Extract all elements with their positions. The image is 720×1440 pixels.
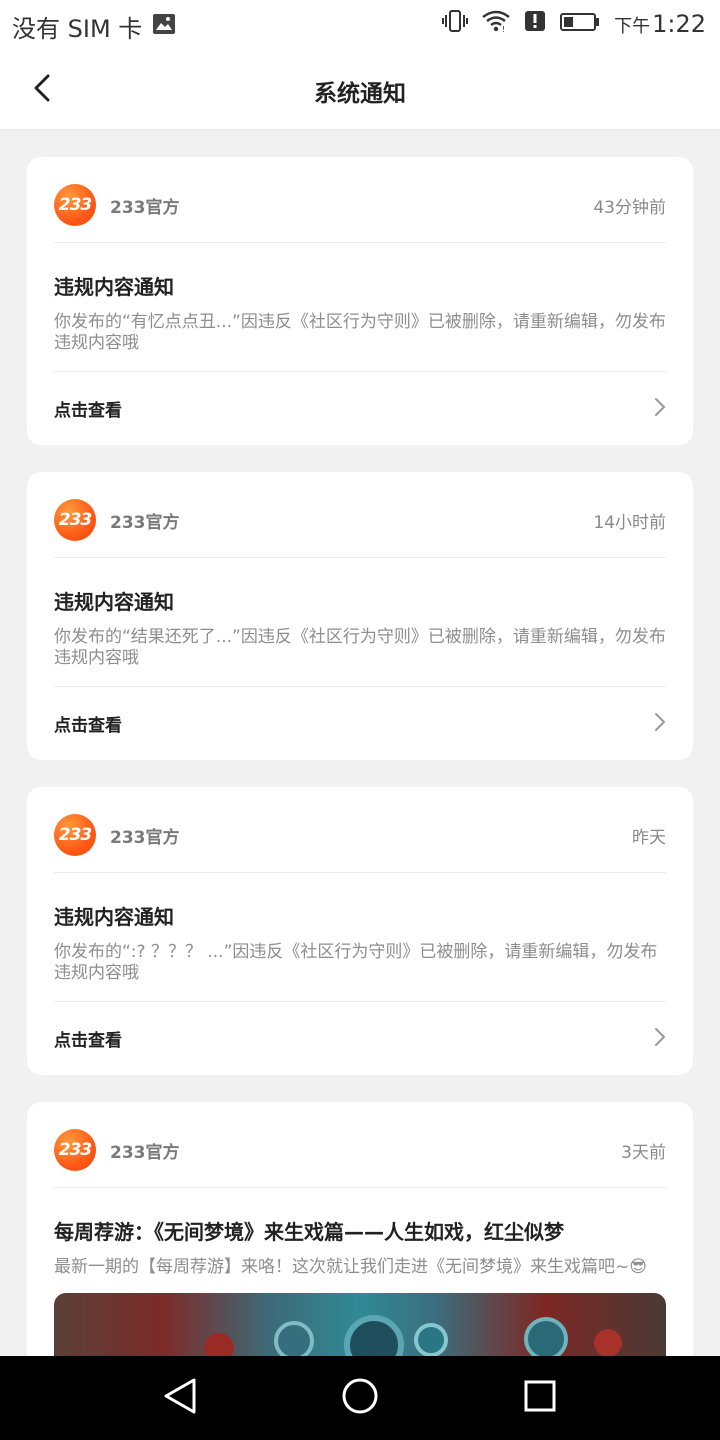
svg-text:!: ! — [502, 25, 505, 32]
avatar[interactable]: 233 — [54, 814, 96, 856]
home-circle-icon — [341, 1377, 379, 1419]
clock: 下午1:22 — [614, 10, 706, 38]
timestamp: 14小时前 — [593, 513, 666, 533]
card-title: 违规内容通知 — [54, 590, 174, 614]
card-title: 违规内容通知 — [54, 905, 174, 929]
chevron-right-icon — [654, 397, 666, 417]
battery-icon — [560, 10, 600, 38]
nav-recents-button[interactable] — [518, 1376, 562, 1420]
timestamp: 3天前 — [621, 1143, 666, 1163]
card-body: 你发布的“结果还死了...”因违反《社区行为守则》已被删除，请重新编辑，勿发布违… — [54, 627, 666, 668]
avatar[interactable]: 233 — [54, 1129, 96, 1171]
card-header: 233 233官方 3天前 — [54, 1128, 666, 1172]
carrier-text: 没有 SIM 卡 — [12, 15, 143, 43]
view-details-button[interactable]: 点击查看 — [54, 702, 666, 742]
image-icon — [152, 13, 176, 41]
article-title: 每周荐游：《无间梦境》来生戏篇——人生如戏，红尘似梦 — [54, 1220, 564, 1244]
recents-square-icon — [523, 1379, 557, 1417]
view-details-label: 点击查看 — [54, 1031, 122, 1051]
divider — [54, 242, 666, 243]
header: 系统通知 — [0, 50, 720, 130]
banner-ornament — [344, 1315, 404, 1356]
banner-ornament — [414, 1323, 448, 1356]
divider — [54, 557, 666, 558]
view-details-label: 点击查看 — [54, 716, 122, 736]
article-summary: 最新一期的【每周荐游】来咯！这次就让我们走进《无间梦境》来生戏篇吧~😎 — [54, 1257, 647, 1277]
card-title: 违规内容通知 — [54, 275, 174, 299]
notification-card[interactable]: 233 233官方 昨天 违规内容通知 你发布的“:? ？？？ ...”因违反《… — [27, 787, 693, 1075]
banner-ornament — [204, 1333, 234, 1356]
page-title: 系统通知 — [314, 81, 406, 107]
article-banner-image[interactable] — [54, 1293, 666, 1356]
alert-icon — [524, 10, 546, 38]
banner-ornament — [594, 1329, 622, 1356]
view-details-button[interactable]: 点击查看 — [54, 1017, 666, 1057]
notification-list[interactable]: 233 233官方 43分钟前 违规内容通知 你发布的“有忆点点丑...”因违反… — [0, 131, 720, 1356]
nav-home-button[interactable] — [338, 1376, 382, 1420]
sender-name: 233官方 — [110, 198, 180, 218]
notification-card[interactable]: 233 233官方 14小时前 违规内容通知 你发布的“结果还死了...”因违反… — [27, 472, 693, 760]
divider — [54, 1187, 666, 1188]
timestamp: 昨天 — [632, 828, 666, 848]
sender-name: 233官方 — [110, 828, 180, 848]
vibrate-icon — [442, 9, 469, 39]
sender-name: 233官方 — [110, 1143, 180, 1163]
avatar[interactable]: 233 — [54, 499, 96, 541]
status-right: ! 下午1:22 — [442, 9, 706, 39]
view-details-button[interactable]: 点击查看 — [54, 387, 666, 427]
card-header: 233 233官方 昨天 — [54, 813, 666, 857]
system-nav-bar — [0, 1356, 720, 1440]
nav-back-button[interactable] — [158, 1376, 202, 1420]
divider — [54, 371, 666, 372]
avatar[interactable]: 233 — [54, 184, 96, 226]
chevron-right-icon — [654, 1027, 666, 1047]
card-header: 233 233官方 14小时前 — [54, 498, 666, 542]
card-header: 233 233官方 43分钟前 — [54, 183, 666, 227]
card-body: 你发布的“:? ？？？ ...”因违反《社区行为守则》已被删除，请重新编辑，勿发… — [54, 942, 658, 983]
screen: 没有 SIM 卡 ! 下午1:22 系统通知 233 233官方 43分钟前 违… — [0, 0, 720, 1440]
clock-prefix: 下午 — [614, 16, 651, 37]
divider — [54, 872, 666, 873]
view-details-label: 点击查看 — [54, 401, 122, 421]
timestamp: 43分钟前 — [593, 198, 666, 218]
article-card[interactable]: 233 233官方 3天前 每周荐游：《无间梦境》来生戏篇——人生如戏，红尘似梦… — [27, 1102, 693, 1356]
card-body: 你发布的“有忆点点丑...”因违反《社区行为守则》已被删除，请重新编辑，勿发布违… — [54, 312, 666, 353]
clock-time: 1:22 — [652, 10, 706, 38]
divider — [54, 1001, 666, 1002]
wifi-icon: ! — [482, 10, 510, 38]
chevron-right-icon — [654, 712, 666, 732]
status-bar: 没有 SIM 卡 ! 下午1:22 — [0, 0, 720, 50]
divider — [54, 686, 666, 687]
banner-ornament — [524, 1317, 568, 1356]
sender-name: 233官方 — [110, 513, 180, 533]
notification-card[interactable]: 233 233官方 43分钟前 违规内容通知 你发布的“有忆点点丑...”因违反… — [27, 157, 693, 445]
status-left: 没有 SIM 卡 — [12, 9, 176, 44]
banner-ornament — [274, 1321, 314, 1356]
back-triangle-icon — [162, 1377, 198, 1419]
